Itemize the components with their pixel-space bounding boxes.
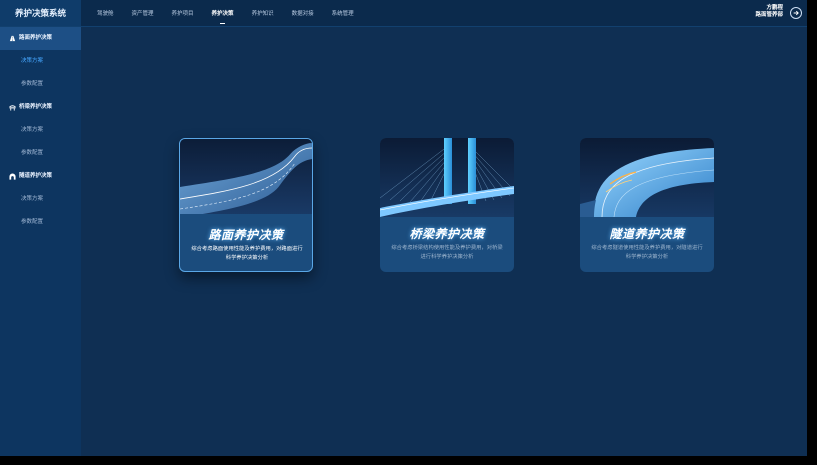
- user-org: 路面管养部: [755, 12, 783, 18]
- sidebar-item-bridge-parameters[interactable]: 参数配置: [0, 142, 81, 165]
- tab-maintenance-projects[interactable]: 养护项目: [163, 0, 203, 26]
- sidebar-item-road-parameters[interactable]: 参数配置: [0, 73, 81, 96]
- tunnel-image: [580, 138, 714, 217]
- bridge-decision-card[interactable]: 桥梁养护决策 综合考虑桥梁结构使用性能及养护费用，对桥梁进行科学养护决策分析: [380, 138, 514, 272]
- tab-data-integration[interactable]: 数据对接: [283, 0, 323, 26]
- arrow-right-icon: [793, 10, 799, 16]
- sidebar-group-label: 桥梁养护决策: [19, 104, 53, 110]
- app-window: 养护决策系统 驾驶舱 资产管理 养护项目 养护决策 养护知识 数据对接 系统管理…: [0, 0, 807, 456]
- sidebar-item-road-decision-plan[interactable]: 决策方案: [0, 50, 81, 73]
- tab-system-management[interactable]: 系统管理: [323, 0, 363, 26]
- sidebar-group-bridge[interactable]: 桥梁养护决策: [0, 96, 81, 119]
- main-nav: 驾驶舱 资产管理 养护项目 养护决策 养护知识 数据对接 系统管理: [88, 0, 363, 26]
- card-title: 隧道养护决策: [609, 227, 685, 241]
- card-title: 路面养护决策: [208, 228, 284, 242]
- app-title: 养护决策系统: [0, 0, 81, 26]
- user-info: 方鹏程 路面管养部: [755, 5, 783, 19]
- sidebar-group-label: 路面养护决策: [19, 35, 53, 41]
- tab-maintenance-decision[interactable]: 养护决策: [203, 0, 243, 26]
- road-decision-card[interactable]: 路面养护决策 综合考虑路面使用性能及养护费用，对路面进行科学养护决策分析: [179, 138, 313, 272]
- tab-asset-management[interactable]: 资产管理: [123, 0, 163, 26]
- card-description: 综合考虑隧道使用性能及养护费用，对隧道进行科学养护决策分析: [591, 245, 703, 260]
- sidebar-item-tunnel-parameters[interactable]: 参数配置: [0, 211, 81, 234]
- user-name: 方鹏程: [766, 5, 783, 11]
- card-description: 综合考虑路面使用性能及养护费用，对路面进行科学养护决策分析: [191, 246, 303, 261]
- sidebar-group-tunnel[interactable]: 隧道养护决策: [0, 165, 81, 188]
- road-icon: [9, 35, 16, 42]
- cable-bridge-image: [380, 138, 514, 217]
- tab-maintenance-knowledge[interactable]: 养护知识: [243, 0, 283, 26]
- top-header: 养护决策系统 驾驶舱 资产管理 养护项目 养护决策 养护知识 数据对接 系统管理…: [0, 0, 807, 27]
- road-curve-image: [180, 139, 312, 218]
- card-title: 桥梁养护决策: [409, 227, 485, 241]
- tab-cockpit[interactable]: 驾驶舱: [88, 0, 123, 26]
- tunnel-icon: [9, 173, 16, 180]
- sidebar-group-road[interactable]: 路面养护决策: [0, 27, 81, 50]
- tunnel-decision-card[interactable]: 隧道养护决策 综合考虑隧道使用性能及养护费用，对隧道进行科学养护决策分析: [580, 138, 714, 272]
- sidebar-item-tunnel-decision-plan[interactable]: 决策方案: [0, 188, 81, 211]
- sidebar-item-bridge-decision-plan[interactable]: 决策方案: [0, 119, 81, 142]
- bridge-icon: [9, 105, 16, 111]
- logout-button[interactable]: [790, 7, 802, 19]
- sidebar-group-label: 隧道养护决策: [19, 173, 53, 179]
- sidebar: 路面养护决策 决策方案 参数配置 桥梁养护决策 决策方案 参数配置 隧道养护决策…: [0, 27, 81, 456]
- card-description: 综合考虑桥梁结构使用性能及养护费用，对桥梁进行科学养护决策分析: [391, 245, 503, 260]
